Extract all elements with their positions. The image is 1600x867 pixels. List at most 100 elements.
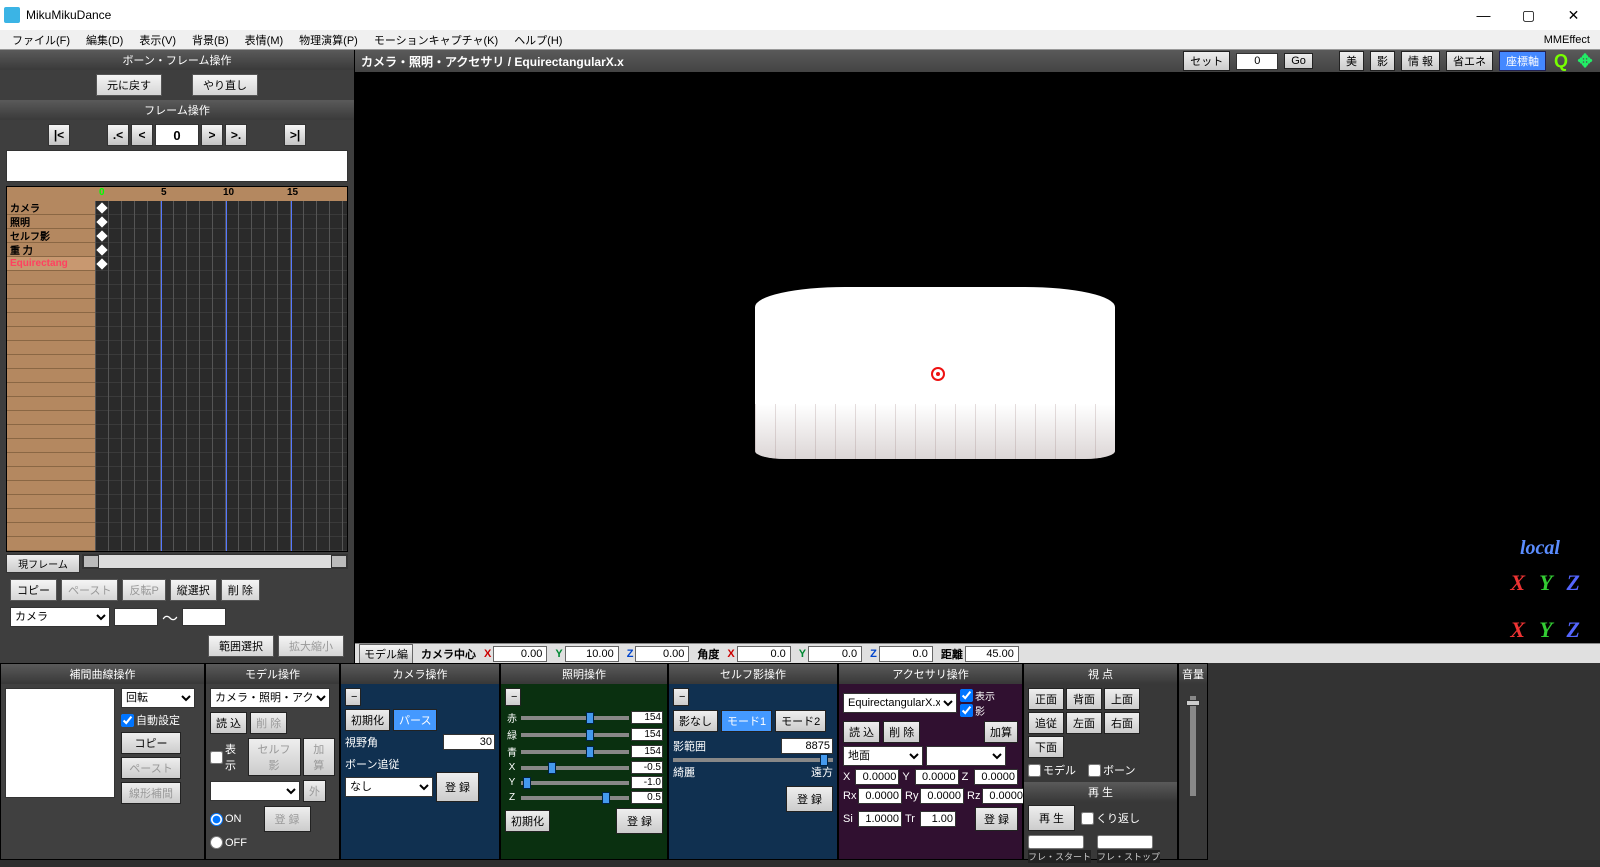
keyframe[interactable]: [96, 216, 107, 227]
acc-tr[interactable]: [920, 811, 956, 827]
accessory-select[interactable]: EquirectangularX.x: [843, 693, 957, 713]
off-radio[interactable]: [210, 836, 223, 849]
frame-first-button[interactable]: |<: [48, 124, 70, 146]
camera-collapse-button[interactable]: −: [345, 688, 361, 706]
gizmo-rot-y[interactable]: Y: [1539, 570, 1552, 596]
menu-mocap[interactable]: モーションキャプチャ(K): [366, 30, 506, 50]
acc-load-button[interactable]: 読 込: [843, 721, 880, 743]
undo-button[interactable]: 元に戻す: [96, 74, 162, 96]
add-button[interactable]: 加算: [303, 738, 336, 776]
frame-number-input[interactable]: [155, 124, 199, 146]
light-register-button[interactable]: 登 録: [616, 808, 663, 834]
track-accessory[interactable]: Equirectang: [7, 257, 95, 271]
menu-file[interactable]: ファイル(F): [4, 30, 78, 50]
beauty-button[interactable]: 美: [1339, 51, 1364, 71]
eco-button[interactable]: 省エネ: [1446, 51, 1493, 71]
light-r-slider[interactable]: [521, 716, 629, 720]
camera-register-button[interactable]: 登 録: [436, 772, 479, 802]
view-top-button[interactable]: 上面: [1104, 688, 1140, 710]
model-load-button[interactable]: 読 込: [210, 712, 247, 734]
model-sub-select[interactable]: [210, 781, 300, 801]
maximize-button[interactable]: ▢: [1506, 0, 1551, 30]
play-button[interactable]: 再 生: [1028, 805, 1075, 831]
ext-button[interactable]: 外: [303, 780, 326, 802]
light-z-slider[interactable]: [521, 796, 629, 800]
camera-init-button[interactable]: 初期化: [345, 709, 390, 731]
keyframe[interactable]: [96, 258, 107, 269]
curve-editor[interactable]: [5, 688, 115, 798]
light-init-button[interactable]: 初期化: [505, 810, 550, 832]
minimize-button[interactable]: —: [1461, 0, 1506, 30]
menu-background[interactable]: 背景(B): [184, 30, 237, 50]
menu-help[interactable]: ヘルプ(H): [506, 30, 570, 50]
delete-button[interactable]: 削 除: [221, 579, 260, 601]
acc-y[interactable]: [915, 769, 959, 785]
close-button[interactable]: ✕: [1551, 0, 1596, 30]
keyframe[interactable]: [96, 244, 107, 255]
shadow-range-input[interactable]: [781, 738, 833, 754]
menu-physics[interactable]: 物理演算(P): [291, 30, 366, 50]
set-button[interactable]: セット: [1183, 51, 1230, 71]
track-camera[interactable]: カメラ: [7, 201, 95, 215]
menu-expression[interactable]: 表情(M): [237, 30, 292, 50]
curve-mode-select[interactable]: 回転: [121, 688, 195, 708]
curve-linear-button[interactable]: 線形補間: [121, 782, 181, 804]
acc-rx[interactable]: [858, 788, 902, 804]
loop-checkbox[interactable]: [1081, 812, 1094, 825]
range-select-button[interactable]: 範囲選択: [208, 635, 274, 657]
view-right-button[interactable]: 右面: [1104, 712, 1140, 734]
acc-delete-button[interactable]: 削 除: [883, 721, 920, 743]
acc-ry[interactable]: [920, 788, 964, 804]
acc-z[interactable]: [974, 769, 1018, 785]
acc-x[interactable]: [855, 769, 899, 785]
range-start-input[interactable]: [114, 608, 158, 626]
auto-set-checkbox[interactable]: [121, 714, 134, 727]
paste-button[interactable]: ペースト: [61, 579, 118, 601]
bone-follow-select[interactable]: なし: [345, 777, 433, 797]
menu-view[interactable]: 表示(V): [131, 30, 184, 50]
distance[interactable]: [965, 646, 1019, 662]
light-g-slider[interactable]: [521, 733, 629, 737]
frame-stop-input[interactable]: [1097, 835, 1153, 849]
shadow-mode2-button[interactable]: モード2: [775, 710, 826, 732]
shadow-range-slider[interactable]: [673, 758, 833, 762]
shadow-register-button[interactable]: 登 録: [786, 786, 833, 812]
zoom-button[interactable]: 拡大縮小: [278, 635, 344, 657]
gizmo-move-z[interactable]: Z: [1567, 617, 1580, 643]
keyframe[interactable]: [96, 202, 107, 213]
perspective-button[interactable]: パース: [393, 709, 437, 731]
acc-show-checkbox[interactable]: [960, 689, 973, 702]
shadow-button[interactable]: 影: [1370, 51, 1395, 71]
cam-z[interactable]: [635, 646, 689, 662]
acc-parent-select[interactable]: 地面: [843, 746, 923, 766]
menu-edit[interactable]: 編集(D): [78, 30, 131, 50]
info-button[interactable]: 情 報: [1401, 51, 1440, 71]
timeline-scrollbar[interactable]: [82, 554, 348, 569]
acc-shadow-checkbox[interactable]: [960, 704, 973, 717]
view-model-checkbox[interactable]: [1028, 764, 1041, 777]
acc-bone-select[interactable]: [926, 746, 1006, 766]
view-left-button[interactable]: 左面: [1066, 712, 1102, 734]
view-front-button[interactable]: 正面: [1028, 688, 1064, 710]
goto-frame-input[interactable]: [1236, 53, 1278, 70]
track-select[interactable]: カメラ: [10, 607, 110, 627]
model-edit-button[interactable]: モデル編: [359, 644, 413, 664]
axes-button[interactable]: 座標軸: [1499, 51, 1546, 71]
3d-viewport[interactable]: local X Y Z X Y Z: [355, 72, 1600, 643]
light-b-slider[interactable]: [521, 750, 629, 754]
selfshadow-button[interactable]: セルフ影: [248, 738, 301, 776]
track-gravity[interactable]: 重 力: [7, 243, 95, 257]
gizmo-move-x[interactable]: X: [1510, 617, 1525, 643]
model-show-checkbox[interactable]: [210, 751, 223, 764]
frame-last-button[interactable]: >|: [284, 124, 306, 146]
copy-button[interactable]: コピー: [10, 579, 57, 601]
frame-start-input[interactable]: [1028, 835, 1084, 849]
move-icon[interactable]: ✥: [1576, 52, 1594, 70]
zoom-icon[interactable]: Q: [1552, 52, 1570, 70]
shadow-mode1-button[interactable]: モード1: [721, 710, 772, 732]
model-delete-button[interactable]: 削 除: [250, 712, 287, 734]
frame-prev-button[interactable]: <: [131, 124, 153, 146]
model-register-button[interactable]: 登 録: [264, 806, 311, 832]
light-y-slider[interactable]: [521, 781, 629, 785]
redo-button[interactable]: やり直し: [192, 74, 258, 96]
